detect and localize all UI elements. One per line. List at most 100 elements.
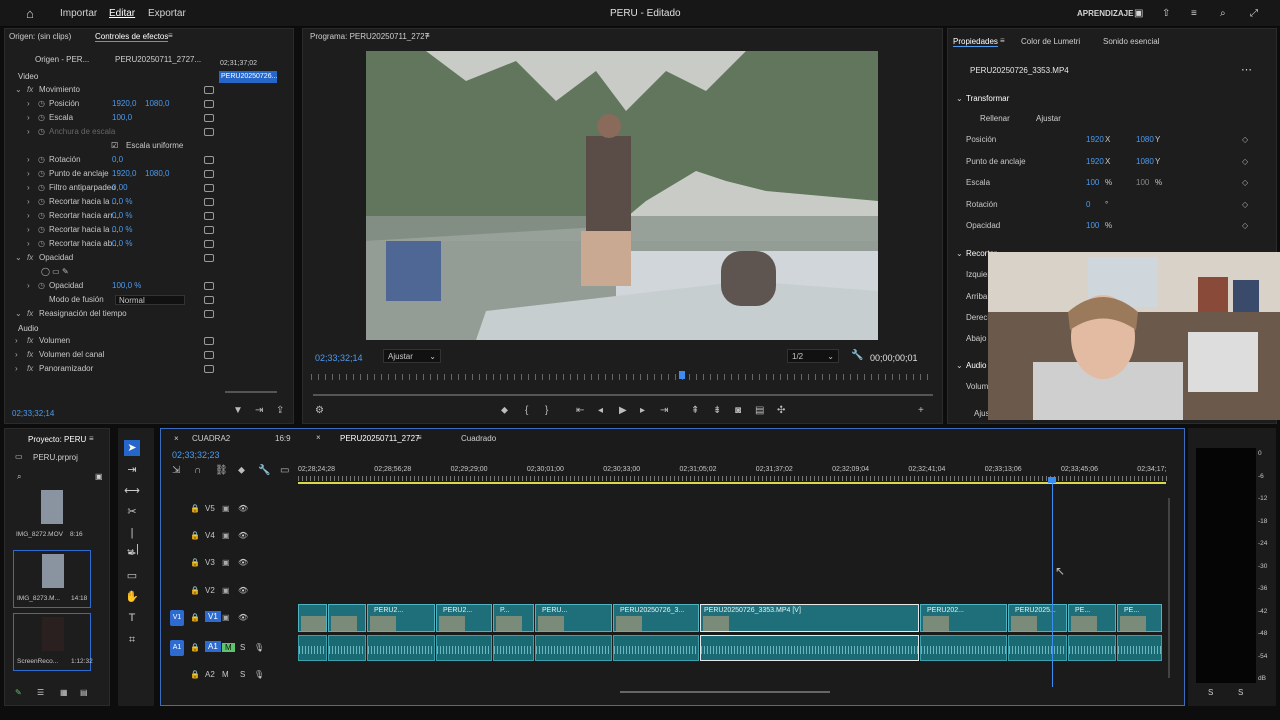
video-clip[interactable]: PE... <box>1068 604 1116 632</box>
eye-icon[interactable]: 👁 <box>238 504 248 513</box>
track-header[interactable]: 🔒 A2 M S 🎙 <box>160 668 295 690</box>
reset-icon[interactable] <box>204 212 214 220</box>
stopwatch-icon[interactable]: ◷ <box>38 281 45 290</box>
tab-essential-sound[interactable]: Sonido esencial <box>1103 37 1159 46</box>
video-clip[interactable]: PERU2... <box>436 604 492 632</box>
effect-value[interactable]: 0,0 % <box>112 211 132 220</box>
keyframe-icon[interactable]: ◇ <box>1242 178 1248 187</box>
video-clip[interactable]: PE... <box>1117 604 1162 632</box>
reset-icon[interactable] <box>204 128 214 136</box>
hand-icon[interactable]: ✋ <box>124 589 140 605</box>
go-to-out-icon[interactable]: ⇥ <box>660 406 668 416</box>
effect-value[interactable]: 0,00 <box>112 183 128 192</box>
audio-clip[interactable] <box>1068 635 1116 661</box>
expand-icon[interactable]: › <box>15 364 18 373</box>
effect-value-2[interactable]: 1080,0 <box>145 99 169 108</box>
effect-value[interactable]: 0,0 <box>112 155 123 164</box>
lock-icon[interactable]: 🔒 <box>190 558 200 567</box>
program-ruler[interactable] <box>311 374 931 380</box>
source-patch[interactable]: A1 <box>170 640 184 656</box>
sequence-menu-icon[interactable]: ≡ <box>417 433 422 442</box>
property-x-value[interactable]: 1920 <box>1086 135 1104 144</box>
compare-icon[interactable]: ▤ <box>755 406 764 416</box>
effect-row[interactable]: › ◷ Punto de anclaje 1920,0 1080,0 <box>5 167 225 181</box>
expand-icon[interactable]: › <box>15 336 18 345</box>
keyframe-icon[interactable]: ◇ <box>1242 221 1248 230</box>
rectangle-icon[interactable]: ▭ <box>124 568 140 584</box>
audio-clip[interactable] <box>700 635 919 661</box>
program-playhead[interactable] <box>679 371 685 379</box>
chevron-icon[interactable]: ⌄ <box>15 309 22 318</box>
tab-169[interactable]: 16:9 <box>275 434 291 443</box>
home-icon[interactable]: ⌂ <box>26 6 34 21</box>
effect-row[interactable]: › ◷ Filtro antiparpadeo 0,00 <box>5 181 225 195</box>
track-select-icon[interactable]: ⇥ <box>124 462 140 478</box>
quality-select[interactable]: 1/2 ⌄ <box>787 349 839 363</box>
audio-clip[interactable] <box>613 635 699 661</box>
effect-row[interactable]: › ◷ Posición 1920,0 1080,0 <box>5 97 225 111</box>
source-patch[interactable]: V1 <box>170 610 184 626</box>
audio-clip[interactable] <box>367 635 435 661</box>
keyframe-icon[interactable]: ◇ <box>1242 135 1248 144</box>
source-origin-label[interactable]: Origen: (sin clips) <box>9 32 71 41</box>
share-icon[interactable]: ⇧ <box>1162 8 1170 19</box>
blend-mode-select[interactable]: Normal <box>115 295 185 305</box>
stopwatch-icon[interactable]: ◷ <box>38 169 45 178</box>
solo-icon[interactable]: S <box>240 670 245 679</box>
more-icon[interactable]: ⋯ <box>1241 63 1252 76</box>
eye-icon[interactable]: 👁 <box>238 586 248 595</box>
expand-icon[interactable]: › <box>27 183 30 192</box>
fit-select[interactable]: Ajustar ⌄ <box>383 349 441 363</box>
reset-icon[interactable] <box>204 240 214 248</box>
expand-icon[interactable]: › <box>27 211 30 220</box>
add-marker-icon[interactable]: ⬥ <box>238 466 245 476</box>
reset-icon[interactable] <box>204 184 214 192</box>
learn-label[interactable]: APRENDIZAJE <box>1077 9 1133 18</box>
track-header[interactable]: A1 🔒 A1 M S 🎙 <box>160 640 295 663</box>
video-clip[interactable]: PERU... <box>535 604 612 632</box>
effect-row[interactable]: › ◷ Anchura de escala <box>5 125 225 139</box>
expand-icon[interactable]: › <box>27 197 30 206</box>
property-x-value[interactable]: 1920 <box>1086 157 1104 166</box>
effect-row[interactable]: ⌄ fx Opacidad <box>5 251 225 265</box>
expand-icon[interactable]: › <box>27 113 30 122</box>
audio-effect-row[interactable]: › fx Volumen <box>5 334 225 348</box>
expand-icon[interactable]: › <box>27 281 30 290</box>
effect-row[interactable]: ⌄ fx Reasignación del tiempo <box>5 307 225 321</box>
property-row[interactable]: Escala 100% 100% ◇ <box>948 176 1268 196</box>
add-button-icon[interactable]: + <box>918 406 924 416</box>
sync-lock-icon[interactable]: ▣ <box>222 504 230 513</box>
effect-row[interactable]: Modo de fusión Normal <box>5 293 225 307</box>
search-icon[interactable]: ⌕ <box>17 472 21 482</box>
property-x-value[interactable]: 100 <box>1086 221 1099 230</box>
reset-icon[interactable] <box>204 254 214 262</box>
reset-icon[interactable] <box>204 170 214 178</box>
track-header[interactable]: 🔒 V5 ▣ 👁 <box>160 502 295 524</box>
property-row[interactable]: Opacidad 100% ◇ <box>948 219 1268 239</box>
video-clip[interactable] <box>328 604 366 632</box>
lock-icon[interactable]: 🔒 <box>190 504 200 513</box>
audio-clip[interactable] <box>535 635 612 661</box>
program-menu-icon[interactable]: ≡ <box>425 31 430 40</box>
effect-row[interactable]: › ◷ Recortar hacia la ... 0,0 % <box>5 223 225 237</box>
panel-menu-icon[interactable]: ≡ <box>168 31 173 40</box>
vr-icon[interactable]: ✣ <box>777 406 785 416</box>
extract-icon[interactable]: ⇟ <box>713 406 721 416</box>
property-y-value[interactable]: 1080 <box>1136 157 1154 166</box>
audio-effect-row[interactable]: › fx Volumen del canal <box>5 348 225 362</box>
project-item[interactable]: IMG_8273.M... 14:18 <box>13 550 91 608</box>
keyframe-icon[interactable]: ◇ <box>1242 157 1248 166</box>
keyframe-icon[interactable]: ◇ <box>1242 200 1248 209</box>
effect-value[interactable]: 0,0 % <box>112 239 132 248</box>
expand-icon[interactable]: › <box>27 155 30 164</box>
effect-row[interactable]: › ◷ Recortar hacia la ... 0,0 % <box>5 195 225 209</box>
property-row[interactable]: Posición 1920 X 1080 Y ◇ <box>948 133 1268 153</box>
effect-controls-tab[interactable]: Controles de efectos <box>95 32 169 42</box>
effect-value[interactable]: 0,0 % <box>112 225 132 234</box>
effect-value[interactable]: 1920,0 <box>112 169 136 178</box>
stopwatch-icon[interactable]: ◷ <box>38 197 45 206</box>
effect-row[interactable]: › ◷ Recortar hacia arr... 0,0 % <box>5 209 225 223</box>
property-row[interactable]: Rotación 0 ° ◇ <box>948 198 1268 218</box>
meter-solo-left[interactable]: S <box>1208 688 1213 697</box>
sync-lock-icon[interactable]: ▣ <box>222 531 230 540</box>
